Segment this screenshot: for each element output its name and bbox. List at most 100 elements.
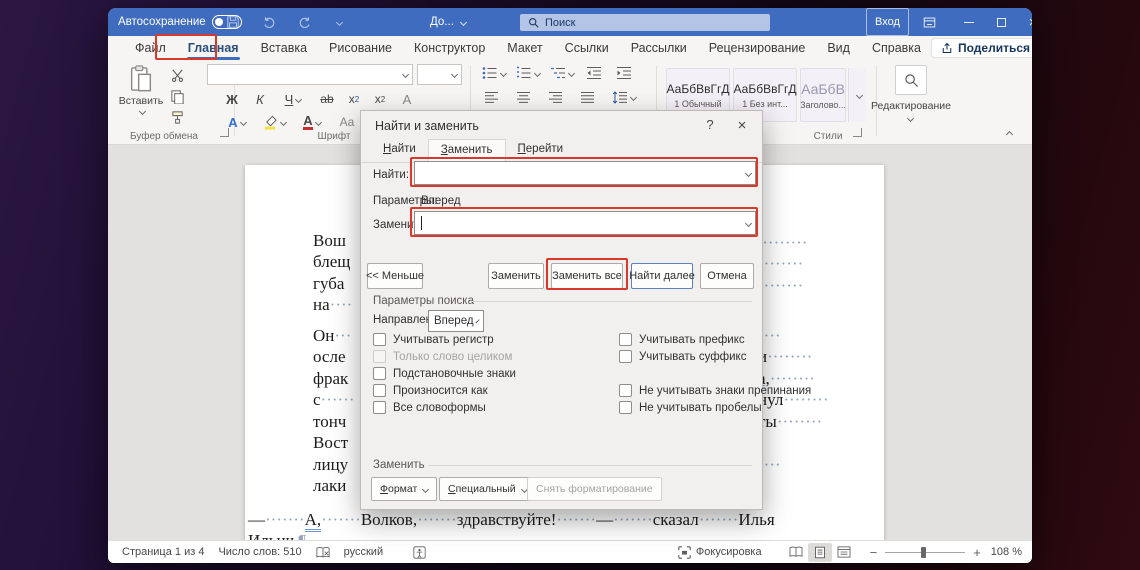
doc-text-line: губа xyxy=(313,274,345,293)
justify-icon[interactable] xyxy=(580,91,595,104)
autosave-label: Автосохранение xyxy=(118,16,206,28)
tab-layout[interactable]: Макет xyxy=(496,38,553,58)
doc-text-line: Вост xyxy=(313,433,349,452)
match-suffix-checkbox[interactable]: Учитывать суффикс xyxy=(619,350,746,363)
zoom-out-icon[interactable]: − xyxy=(870,545,878,560)
ignore-whitespace-checkbox[interactable]: Не учитывать пробелы xyxy=(619,401,762,414)
annotation-replace-field xyxy=(410,207,758,237)
find-next-button[interactable]: Найти далее xyxy=(629,263,695,289)
ignore-punctuation-checkbox[interactable]: Не учитывать знаки препинания xyxy=(619,384,811,397)
tab-draw[interactable]: Рисование xyxy=(318,38,403,58)
highlight-button[interactable] xyxy=(258,112,290,132)
find-label: Найти: xyxy=(373,169,410,181)
align-right-icon[interactable] xyxy=(548,91,563,104)
zoom-slider[interactable] xyxy=(885,546,966,558)
dialog-close-button[interactable]: × xyxy=(733,117,751,134)
word-count[interactable]: Число слов: 510 xyxy=(218,546,301,558)
bold-button[interactable]: Ж xyxy=(220,89,244,109)
multilevel-chevron-icon xyxy=(567,69,576,77)
maximize-button[interactable] xyxy=(988,8,1014,36)
editing-find-button[interactable] xyxy=(895,65,927,95)
superscript-button[interactable]: x2 xyxy=(368,89,392,109)
print-layout-icon[interactable] xyxy=(807,542,832,562)
numbering-button[interactable] xyxy=(516,66,542,80)
tab-references[interactable]: Ссылки xyxy=(554,38,620,58)
save-icon[interactable] xyxy=(226,15,240,29)
special-button[interactable]: Специальный xyxy=(439,477,536,501)
decrease-indent-icon[interactable] xyxy=(586,66,602,80)
tab-mailings[interactable]: Рассылки xyxy=(620,38,698,58)
focus-mode-button[interactable]: Фокусировка xyxy=(678,545,762,559)
tab-help[interactable]: Справка xyxy=(861,38,932,58)
format-painter-icon[interactable] xyxy=(170,110,185,125)
annotation-replace-all-button xyxy=(546,258,628,290)
accessibility-icon[interactable] xyxy=(413,545,426,559)
copy-icon[interactable] xyxy=(170,89,185,104)
undo-icon[interactable] xyxy=(262,15,276,29)
underline-button[interactable]: Ч xyxy=(276,89,310,109)
tab-insert[interactable]: Вставка xyxy=(250,38,318,58)
focus-icon xyxy=(678,545,691,559)
sign-in-button[interactable]: Вход xyxy=(866,8,909,36)
word-forms-checkbox[interactable]: Все словоформы xyxy=(373,401,486,414)
zoom-in-icon[interactable]: + xyxy=(973,545,981,560)
text-effects-button[interactable]: А xyxy=(222,112,252,132)
font-name-combobox[interactable] xyxy=(207,64,413,85)
doc-text-line: ,········ xyxy=(758,233,808,252)
tab-review[interactable]: Рецензирование xyxy=(698,38,817,58)
multilevel-list-button[interactable] xyxy=(550,66,576,80)
cancel-button[interactable]: Отмена xyxy=(700,263,754,289)
line-spacing-button[interactable] xyxy=(612,91,638,104)
font-color-button[interactable]: А xyxy=(296,112,328,132)
search-box[interactable] xyxy=(520,14,770,31)
dialog-help-button[interactable]: ? xyxy=(701,117,719,132)
strikethrough-button[interactable]: ab xyxy=(314,89,340,109)
doc-text-line: Он··· xyxy=(313,326,352,345)
doc-text-line: ты········ xyxy=(758,412,823,431)
search-input[interactable] xyxy=(545,16,725,29)
match-case-checkbox[interactable]: Учитывать регистр xyxy=(373,333,494,346)
wildcards-checkbox[interactable]: Подстановочные знаки xyxy=(373,367,516,380)
zoom-slider-thumb[interactable] xyxy=(921,546,927,558)
increase-indent-icon[interactable] xyxy=(616,66,632,80)
zoom-level[interactable]: 108 % xyxy=(991,546,1022,558)
sounds-like-checkbox[interactable]: Произносится как xyxy=(373,384,488,397)
style-heading[interactable]: АаБбВ Заголово... xyxy=(800,68,846,122)
direction-dropdown[interactable]: Вперед xyxy=(428,310,484,332)
align-center-icon[interactable] xyxy=(516,91,531,104)
clipboard-icon xyxy=(130,65,152,92)
page-indicator[interactable]: Страница 1 из 4 xyxy=(122,546,204,558)
cut-icon[interactable] xyxy=(170,68,185,83)
highlight-chevron-icon xyxy=(279,118,287,126)
minimize-button[interactable] xyxy=(956,8,982,36)
close-button[interactable]: × xyxy=(1020,8,1032,36)
styles-gallery-chevron-icon[interactable] xyxy=(848,68,866,122)
italic-button[interactable]: К xyxy=(248,89,272,109)
ribbon-display-options-icon[interactable] xyxy=(916,8,942,36)
styles-dialog-launcher-icon[interactable] xyxy=(853,128,862,137)
paste-button[interactable]: Вставить xyxy=(118,65,164,116)
format-button[interactable]: Формат xyxy=(371,477,438,501)
editing-chevron-icon[interactable] xyxy=(905,114,915,123)
font-size-combobox[interactable] xyxy=(417,64,462,85)
change-case-button[interactable]: Aa xyxy=(334,112,360,132)
align-left-icon[interactable] xyxy=(484,91,499,104)
match-prefix-checkbox[interactable]: Учитывать префикс xyxy=(619,333,745,346)
subscript-button[interactable]: x2 xyxy=(342,89,366,109)
read-mode-icon[interactable] xyxy=(784,543,808,562)
redo-icon[interactable] xyxy=(298,15,312,29)
less-button[interactable]: << Меньше xyxy=(366,263,424,289)
paste-chevron-icon xyxy=(138,107,147,116)
quick-access-chevron-icon[interactable] xyxy=(335,18,344,26)
share-button[interactable]: Поделиться xyxy=(932,39,1032,57)
document-title[interactable]: До... xyxy=(430,8,467,36)
web-layout-icon[interactable] xyxy=(832,543,856,562)
tab-view[interactable]: Вид xyxy=(816,38,861,58)
tab-design[interactable]: Конструктор xyxy=(403,38,496,58)
replace-button[interactable]: Заменить xyxy=(488,263,544,289)
collapse-ribbon-icon[interactable] xyxy=(1004,130,1014,139)
language-indicator[interactable]: русский xyxy=(344,546,383,558)
proofing-icon[interactable] xyxy=(316,546,330,559)
bullets-button[interactable] xyxy=(482,66,508,80)
clear-formatting-button[interactable]: A xyxy=(394,89,420,109)
